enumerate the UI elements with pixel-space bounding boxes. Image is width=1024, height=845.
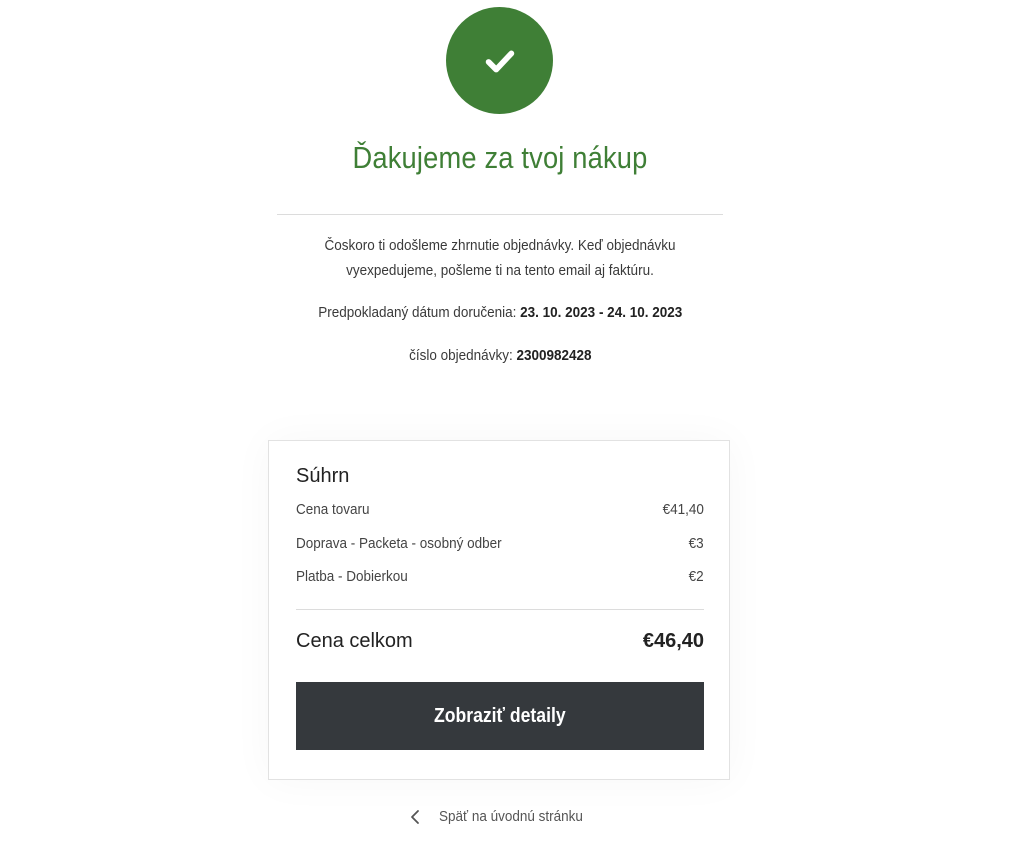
total-label: Cena celkom <box>296 630 413 652</box>
total-value: €46,40 <box>642 630 704 652</box>
summary-divider <box>296 609 704 610</box>
confirmation-message-text: Čoskoro ti odošleme zhrnutie objednávky.… <box>324 237 676 279</box>
confirmation-message: Čoskoro ti odošleme zhrnutie objednávky.… <box>260 233 740 283</box>
summary-row-label: Cena tovaru <box>296 501 370 518</box>
show-details-label: Zobraziť detaily <box>434 704 566 727</box>
delivery-date-value: 23. 10. 2023 - 24. 10. 2023 <box>519 304 683 321</box>
summary-row-goods-price: Cena tovaru €41,40 <box>296 501 704 518</box>
summary-row-value: €2 <box>688 568 704 585</box>
order-number-line: číslo objednávky: 2300982428 <box>409 343 591 368</box>
divider <box>277 214 723 215</box>
summary-row-label: Platba - Dobierkou <box>296 568 408 585</box>
order-number-label: číslo objednávky: <box>408 347 513 364</box>
order-confirmation-page: Ďakujeme za tvoj nákup Čoskoro ti odošle… <box>0 0 1024 845</box>
chevron-left-icon <box>411 809 419 824</box>
summary-row-shipping: Doprava - Packeta - osobný odber €3 <box>296 535 704 552</box>
page-title: Ďakujeme za tvoj nákup <box>352 140 648 175</box>
success-badge <box>446 7 553 114</box>
summary-total: Cena celkom €46,40 <box>296 630 704 653</box>
summary-row-payment: Platba - Dobierkou €2 <box>296 568 704 585</box>
order-summary-card: Súhrn Cena tovaru €41,40 Doprava - Packe… <box>268 440 730 780</box>
back-to-home-label: Späť na úvodnú stránku <box>439 808 583 825</box>
back-to-home-link[interactable]: Späť na úvodnú stránku <box>0 808 1000 825</box>
delivery-date-label: Predpokladaný dátum doručenia: <box>317 304 517 321</box>
summary-row-label: Doprava - Packeta - osobný odber <box>296 535 502 552</box>
show-details-button[interactable]: Zobraziť detaily <box>296 682 704 750</box>
order-number-value: 2300982428 <box>516 347 592 364</box>
summary-row-value: €3 <box>688 535 704 552</box>
delivery-date-line: Predpokladaný dátum doručenia: 23. 10. 2… <box>318 300 682 325</box>
summary-title: Súhrn <box>296 465 350 487</box>
order-number: číslo objednávky: 2300982428 <box>260 343 740 368</box>
checkmark-icon <box>485 50 514 72</box>
summary-row-value: €41,40 <box>662 501 704 518</box>
delivery-date: Predpokladaný dátum doručenia: 23. 10. 2… <box>260 300 740 325</box>
